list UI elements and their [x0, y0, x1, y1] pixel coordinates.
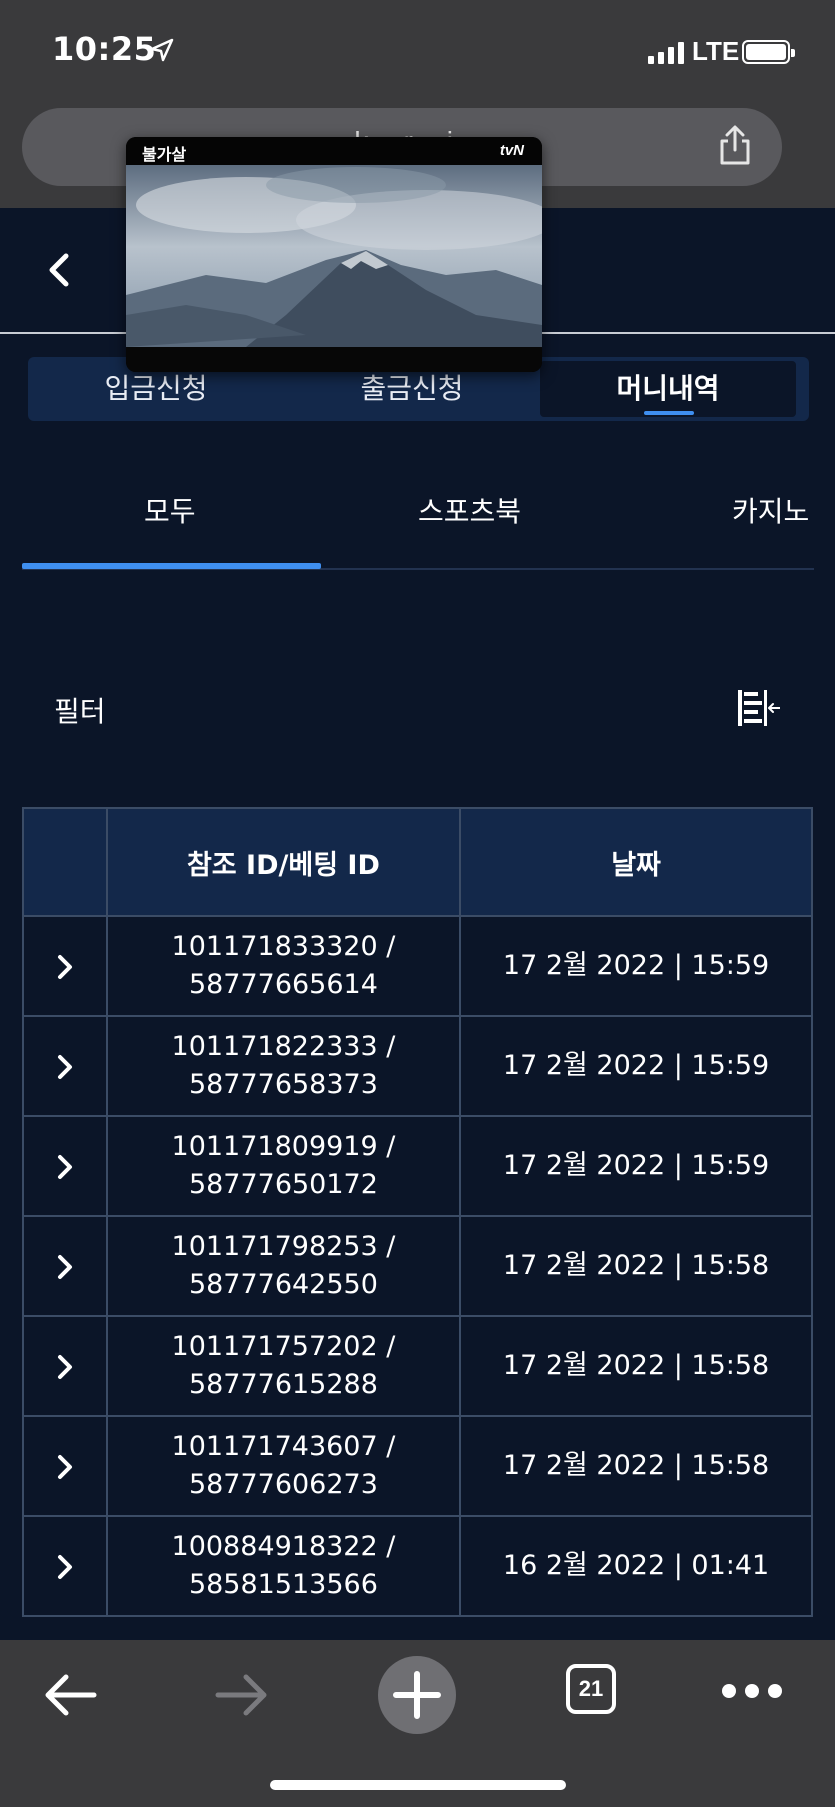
row-date: 17 2월 2022 | 15:59 — [459, 1115, 813, 1217]
table-row[interactable]: 101171757202 / 58777615288 17 2월 2022 | 1… — [22, 1315, 813, 1417]
video-frame — [126, 165, 542, 347]
row-expand-cell[interactable] — [22, 1115, 108, 1217]
tabs-icon[interactable]: 21 — [566, 1664, 616, 1714]
bet-id: 58777650172 — [188, 1169, 378, 1200]
row-date: 17 2월 2022 | 15:58 — [459, 1215, 813, 1317]
row-expand-cell[interactable] — [22, 1215, 108, 1317]
row-ids: 101171743607 / 58777606273 — [105, 1415, 462, 1517]
table-row[interactable]: 101171809919 / 58777650172 17 2월 2022 | 1… — [22, 1115, 813, 1217]
pip-video-player[interactable]: 불가살 tvN — [126, 137, 542, 372]
tab-money-history[interactable]: 머니내역 — [540, 361, 796, 417]
table-row[interactable]: 101171743607 / 58777606273 17 2월 2022 | 1… — [22, 1415, 813, 1517]
header-expand — [22, 807, 108, 917]
row-ids: 101171833320 / 58777665614 — [105, 915, 462, 1017]
row-date: 16 2월 2022 | 01:41 — [459, 1515, 813, 1617]
filter-collapse-icon[interactable] — [736, 688, 780, 728]
subtab-active-indicator — [22, 563, 321, 569]
chevron-right-icon[interactable] — [56, 1253, 74, 1281]
arrow-left-icon[interactable] — [42, 1670, 98, 1720]
row-ids: 101171822333 / 58777658373 — [105, 1015, 462, 1117]
bet-id: 58581513566 — [188, 1569, 378, 1600]
table-row[interactable]: 101171798253 / 58777642550 17 2월 2022 | 1… — [22, 1215, 813, 1317]
battery-icon — [742, 40, 795, 64]
arrow-right-icon[interactable] — [214, 1670, 270, 1720]
status-time: 10:25 — [52, 30, 157, 68]
video-bottom-bar — [126, 347, 542, 372]
chevron-right-icon[interactable] — [56, 1453, 74, 1481]
bet-id: 58777606273 — [188, 1469, 378, 1500]
row-ids: 101171809919 / 58777650172 — [105, 1115, 462, 1217]
chevron-right-icon[interactable] — [56, 1353, 74, 1381]
chevron-right-icon[interactable] — [56, 1553, 74, 1581]
status-bar: 10:25 LTE — [0, 0, 835, 108]
new-tab-button[interactable] — [378, 1656, 456, 1734]
chevron-right-icon[interactable] — [56, 953, 74, 981]
row-ids: 101171798253 / 58777642550 — [105, 1215, 462, 1317]
ref-id: 101171798253 / — [171, 1231, 396, 1262]
tab-money-history-label: 머니내역 — [616, 372, 720, 405]
row-expand-cell[interactable] — [22, 1515, 108, 1617]
subtab-casino[interactable]: 카지노 — [732, 490, 809, 530]
bet-id: 58777658373 — [188, 1069, 378, 1100]
row-date: 17 2월 2022 | 15:59 — [459, 1015, 813, 1117]
browser-toolbar: 21 — [0, 1640, 835, 1807]
chevron-right-icon[interactable] — [56, 1153, 74, 1181]
row-ids: 101171757202 / 58777615288 — [105, 1315, 462, 1417]
ref-id: 101171809919 / — [171, 1131, 396, 1162]
signal-icon — [648, 42, 684, 64]
chevron-right-icon[interactable] — [56, 1053, 74, 1081]
row-expand-cell[interactable] — [22, 1015, 108, 1117]
subtab-sportsbook[interactable]: 스포츠북 — [418, 490, 521, 530]
home-indicator — [270, 1780, 566, 1790]
money-history-table: 참조 ID/베팅 ID 날짜 101171833320 / 58777665614… — [22, 807, 813, 1617]
row-expand-cell[interactable] — [22, 1415, 108, 1517]
row-expand-cell[interactable] — [22, 915, 108, 1017]
ref-id: 101171833320 / — [171, 931, 396, 962]
active-tab-indicator — [644, 411, 694, 415]
row-date: 17 2월 2022 | 15:58 — [459, 1315, 813, 1417]
row-date: 17 2월 2022 | 15:59 — [459, 915, 813, 1017]
table-header-row: 참조 ID/베팅 ID 날짜 — [22, 807, 813, 917]
ref-id: 101171757202 / — [171, 1331, 396, 1362]
more-icon[interactable] — [722, 1684, 782, 1698]
row-expand-cell[interactable] — [22, 1315, 108, 1417]
bet-id: 58777642550 — [188, 1269, 378, 1300]
ref-id: 101171743607 / — [171, 1431, 396, 1462]
location-arrow-icon — [150, 38, 174, 62]
filter-label[interactable]: 필터 — [54, 690, 106, 730]
table-row[interactable]: 101171833320 / 58777665614 17 2월 2022 | 1… — [22, 915, 813, 1017]
video-top-bar: 불가살 tvN — [126, 137, 542, 165]
table-row[interactable]: 101171822333 / 58777658373 17 2월 2022 | 1… — [22, 1015, 813, 1117]
ref-id: 100884918322 / — [171, 1531, 396, 1562]
ref-id: 101171822333 / — [171, 1031, 396, 1062]
row-ids: 100884918322 / 58581513566 — [105, 1515, 462, 1617]
channel-logo: tvN — [499, 142, 524, 159]
row-date: 17 2월 2022 | 15:58 — [459, 1415, 813, 1517]
header-ref-id: 참조 ID/베팅 ID — [105, 807, 462, 917]
network-type: LTE — [692, 36, 740, 66]
show-logo: 불가살 — [142, 145, 187, 164]
chevron-left-icon[interactable] — [44, 250, 76, 290]
table-row[interactable]: 100884918322 / 58581513566 16 2월 2022 | 0… — [22, 1515, 813, 1617]
subtab-all[interactable]: 모두 — [144, 490, 196, 530]
sub-tabs: 모두 스포츠북 카지노 — [0, 470, 835, 570]
plus-icon — [393, 1671, 441, 1719]
bet-id: 58777665614 — [188, 969, 378, 1000]
share-icon[interactable] — [716, 124, 754, 166]
bet-id: 58777615288 — [188, 1369, 378, 1400]
header-date: 날짜 — [459, 807, 813, 917]
